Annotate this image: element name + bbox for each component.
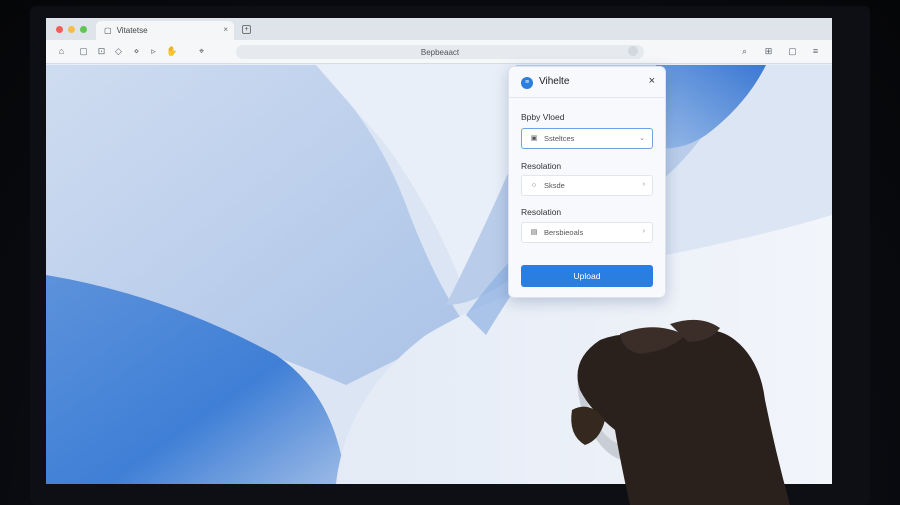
document-icon: ▤ — [530, 229, 538, 236]
file-icon: ▣ — [530, 135, 538, 142]
chevron-right-icon: › — [642, 228, 645, 235]
address-bar[interactable]: Bepbeaact Ǟ — [236, 45, 644, 59]
close-window-button[interactable] — [56, 26, 63, 33]
maximize-window-button[interactable] — [80, 26, 87, 33]
page-icon[interactable]: ▢ — [78, 46, 89, 57]
section-label-video: Bpby Vloed — [521, 112, 565, 122]
pin-icon[interactable]: ⌖ — [196, 46, 207, 57]
chevron-down-icon: ⌄ — [639, 135, 645, 142]
extensions-icon[interactable]: ⊞ — [763, 46, 774, 57]
profile-dot[interactable] — [628, 46, 638, 56]
screen: ▢ Vitatetse × + ⌂ ▢ ⊡ ◇ ⋄ ▹ ✋ ⌖ Bepbeaac… — [46, 18, 832, 484]
toolbar: ⌂ ▢ ⊡ ◇ ⋄ ▹ ✋ ⌖ Bepbeaact Ǟ ⌕ ⊞ ▢ ≡ — [46, 40, 832, 64]
video-select[interactable]: ▣ Ssteltces ⌄ — [521, 128, 653, 149]
dialog-title: Vihelte — [539, 76, 570, 87]
resolution-select-value: Sksde — [544, 181, 565, 190]
page-icon: ▢ — [104, 26, 112, 35]
upload-dialog: ≡ Vihelte × Bpby Vloed ▣ Ssteltces ⌄ Res… — [508, 66, 666, 298]
menu-icon[interactable]: ≡ — [810, 46, 821, 57]
section-label-resolution-2: Resolation — [521, 207, 562, 217]
tab-bar: ▢ Vitatetse × + — [46, 18, 832, 40]
save-icon[interactable]: ▢ — [787, 46, 798, 57]
circle-icon: ○ — [531, 182, 537, 189]
upload-button[interactable]: Upload — [521, 265, 653, 287]
monitor: ▢ Vitatetse × + ⌂ ▢ ⊡ ◇ ⋄ ▹ ✋ ⌖ Bepbeaac… — [0, 0, 900, 505]
tag-icon[interactable]: ◇ — [113, 46, 124, 57]
resolution-select-2[interactable]: ▤ Bersbieoals › — [521, 222, 653, 243]
dialog-header: ≡ Vihelte × — [509, 67, 665, 98]
sparkle-icon[interactable]: ⋄ — [131, 46, 142, 57]
wallpaper-art — [46, 65, 832, 484]
video-select-value: Ssteltces — [544, 134, 575, 143]
new-tab-button[interactable]: + — [242, 25, 251, 34]
app-logo-icon: ≡ — [521, 77, 533, 89]
home-icon[interactable]: ⌂ — [56, 46, 67, 57]
tab-title: Vitatetse — [116, 26, 148, 35]
minimize-window-button[interactable] — [68, 26, 75, 33]
cursor-icon[interactable]: ▹ — [148, 46, 159, 57]
resolution-select-2-value: Bersbieoals — [544, 228, 584, 237]
resolution-select[interactable]: ○ Sksde › — [521, 175, 653, 196]
search-icon[interactable]: ⌕ — [739, 46, 750, 57]
desktop-wallpaper — [46, 65, 832, 484]
address-text: Bepbeaact — [420, 47, 460, 57]
chevron-right-icon: › — [642, 181, 645, 188]
close-icon[interactable]: × — [649, 75, 655, 87]
tab-active[interactable]: ▢ Vitatetse × — [96, 21, 234, 40]
bookmark-icon[interactable]: ⊡ — [96, 46, 107, 57]
close-tab-icon[interactable]: × — [223, 25, 228, 34]
section-label-resolution: Resolation — [521, 161, 562, 171]
hand-icon[interactable]: ✋ — [166, 46, 177, 57]
